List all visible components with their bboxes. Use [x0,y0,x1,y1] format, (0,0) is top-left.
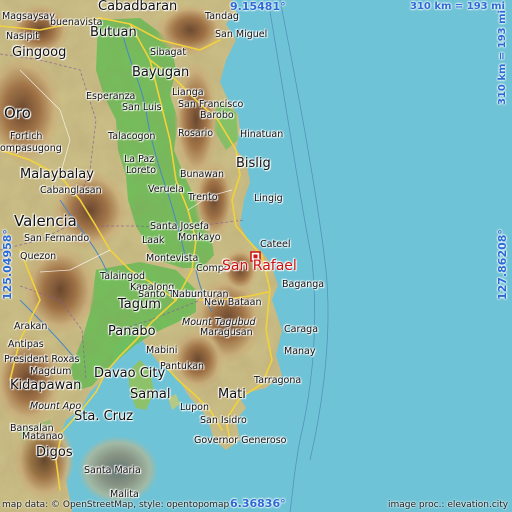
place-label: Mati [218,387,246,402]
map-credit: map data: © OpenStreetMap, style: opento… [2,500,230,510]
place-label: Bislig [236,156,271,171]
place-label: Talacogon [108,131,156,142]
place-label: Magsaysay [2,11,55,22]
place-label: San Miguel [215,29,268,40]
place-label: Nasipit [6,31,39,42]
place-label: Barobo [200,110,234,121]
place-label: San Fernando [24,233,90,244]
place-label: Arakan [14,321,48,332]
place-label: Malita [110,489,139,500]
place-label: Davao City [94,366,166,381]
place-label: Quezon [20,251,57,262]
place-label: Lingig [254,193,283,204]
place-label: Tagum [118,297,161,312]
place-label: Mabini [146,345,178,356]
place-label: Cabanglasan [40,185,102,196]
place-label: Tarragona [254,375,302,386]
place-label: Valencia [14,212,77,230]
place-label: ompasugong [0,143,62,154]
place-label: San Isidro [200,415,247,426]
place-label: San Francisco [178,99,244,110]
place-label: Butuan [90,25,137,40]
place-label: Bunawan [180,169,224,180]
place-label: New Bataan [204,297,262,308]
scale-right-label: 310 km = 193 mi [497,10,508,105]
place-label: Rosario [178,128,214,139]
place-label: Caraga [284,324,319,335]
latitude-bottom-label: 6.36836° [230,497,286,510]
place-label: Matanao [22,431,64,442]
place-label: Santa Maria [84,465,141,476]
place-label: Sta. Cruz [74,409,134,424]
place-label: Trento [188,192,218,203]
place-label: Governor Generoso [194,435,287,446]
place-label: Kidapawan [10,378,82,393]
place-label: San Luis [122,102,162,113]
place-label: La Paz [124,154,155,165]
image-credit: image proc.: elevation.city [388,500,509,510]
place-label: Antipas [8,339,44,350]
place-label: Bayugan [132,65,190,80]
place-label: Gingoog [12,45,67,60]
place-label: Laak [142,235,165,246]
place-label: Baganga [282,279,325,290]
place-label: Veruela [148,184,184,195]
place-label: Lianga [172,87,204,98]
place-label: Esperanza [86,91,136,102]
place-label: Pantukan [160,361,205,372]
place-label: Fortich [10,131,43,142]
place-label: Montevista [146,253,199,264]
place-label: Santa Josefa [150,221,210,232]
place-label: Monkayo [178,232,221,243]
scale-top-label: 310 km = 193 mi [410,1,505,12]
target-label: San Rafael [222,258,297,274]
place-label: Cabadbaran [98,0,178,14]
place-label: Maragusan [200,327,253,338]
place-label: Samal [130,387,171,402]
longitude-left-label: 125.04958° [1,229,14,300]
place-label: Hinatuan [240,129,284,140]
place-label: Magdum [30,366,72,377]
longitude-right-label: 127.86208° [496,229,509,300]
place-label: Talaingod [100,271,146,282]
place-label: Sibagat [150,47,187,58]
place-label: Tandag [205,11,239,22]
place-label: Manay [284,346,316,357]
place-label: Digos [36,445,73,460]
place-label: Oro [4,104,31,122]
place-label: President Roxas [4,354,80,365]
place-label: Cateel [260,239,291,250]
place-label: Loreto [126,165,157,176]
place-label: Panabo [108,324,156,339]
place-label: Lupon [180,402,210,413]
place-label: Malaybalay [20,167,94,182]
